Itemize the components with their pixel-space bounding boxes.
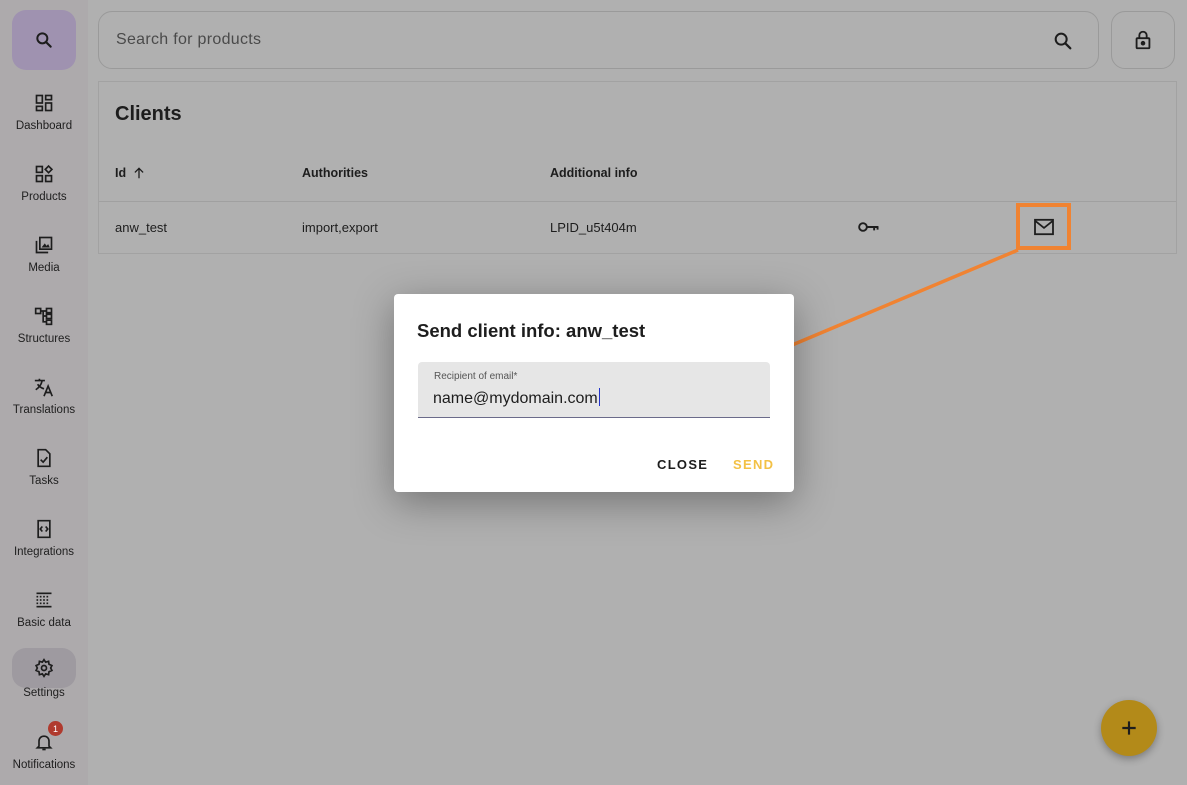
sidebar-item-dashboard[interactable]: Dashboard: [0, 84, 88, 148]
sidebar-item-label: Translations: [12, 404, 76, 416]
cell-authorities: import,export: [302, 220, 378, 235]
media-icon: [33, 234, 55, 256]
search-nav-button[interactable]: [12, 10, 76, 70]
sidebar-item-products[interactable]: Products: [0, 155, 88, 219]
sidebar-item-label: Notifications: [12, 759, 76, 771]
sidebar-item-integrations[interactable]: Integrations: [0, 510, 88, 574]
sidebar-item-label: Media: [28, 262, 60, 274]
sidebar-item-label: Basic data: [17, 617, 71, 629]
required-marker: *: [513, 371, 518, 382]
send-button[interactable]: SEND: [733, 457, 774, 472]
dialog-title: Send client info: anw_test: [417, 320, 646, 341]
search-input[interactable]: Search for products: [116, 31, 261, 49]
send-email-button[interactable]: [1016, 203, 1071, 250]
email-input[interactable]: name@mydomain.com: [433, 388, 600, 408]
sidebar-item-label: Structures: [17, 333, 71, 345]
sidebar-item-notifications[interactable]: 1 Notifications: [0, 721, 88, 785]
products-icon: [33, 163, 55, 185]
gear-icon: [33, 657, 55, 679]
sidebar-item-label: Settings: [23, 687, 65, 699]
close-button[interactable]: CLOSE: [657, 457, 708, 472]
column-header-additional-info[interactable]: Additional info: [550, 166, 637, 180]
email-field[interactable]: Recipient of email* name@mydomain.com: [418, 362, 770, 418]
sidebar-item-settings[interactable]: Settings: [0, 648, 88, 712]
sidebar-item-translations[interactable]: Translations: [0, 368, 88, 432]
sidebar-item-tasks[interactable]: Tasks: [0, 439, 88, 503]
column-header-id[interactable]: Id: [115, 166, 146, 180]
search-icon: [36, 32, 52, 48]
basic-data-icon: [33, 589, 55, 611]
sidebar-item-basic-data[interactable]: Basic data: [0, 581, 88, 645]
sidebar-item-label: Products: [21, 191, 67, 203]
mail-icon: [1033, 218, 1054, 235]
page-title: Clients: [115, 103, 182, 125]
add-button[interactable]: [1101, 700, 1157, 756]
divider: [99, 201, 1176, 202]
lock-button[interactable]: [1111, 11, 1175, 69]
cell-client-id: anw_test: [115, 220, 168, 235]
sidebar-item-label: Dashboard: [15, 120, 73, 132]
sidebar-item-structures[interactable]: Structures: [0, 297, 88, 361]
key-icon[interactable]: [857, 217, 881, 242]
plus-icon: [1122, 721, 1136, 735]
cell-additional-info: LPID_u5t404m: [550, 220, 637, 235]
structures-icon: [33, 305, 55, 327]
tasks-icon: [33, 447, 55, 469]
clients-card: Clients Id Authorities Additional info a…: [98, 81, 1177, 254]
notification-badge: 1: [48, 721, 63, 736]
field-label-text: Recipient of email: [434, 371, 514, 382]
search-icon[interactable]: [1052, 30, 1074, 57]
sort-ascending-icon: [134, 167, 144, 179]
sidebar-item-label: Integrations: [13, 546, 75, 558]
field-label: Recipient of email*: [434, 371, 517, 382]
column-header-authorities[interactable]: Authorities: [302, 166, 368, 180]
integrations-icon: [33, 518, 55, 540]
sidebar: Dashboard Products Media Structures Tran…: [0, 0, 88, 785]
sidebar-item-label: Tasks: [29, 475, 59, 487]
send-client-info-dialog: Send client info: anw_test Recipient of …: [394, 294, 794, 492]
column-header-label: Id: [115, 166, 127, 180]
translate-icon: [33, 376, 55, 398]
lock-icon: [1135, 30, 1151, 50]
email-input-value: name@mydomain.com: [433, 390, 598, 407]
text-caret: [598, 388, 600, 406]
search-bar[interactable]: Search for products: [98, 11, 1099, 69]
dashboard-icon: [33, 92, 55, 114]
sidebar-item-media[interactable]: Media: [0, 226, 88, 290]
